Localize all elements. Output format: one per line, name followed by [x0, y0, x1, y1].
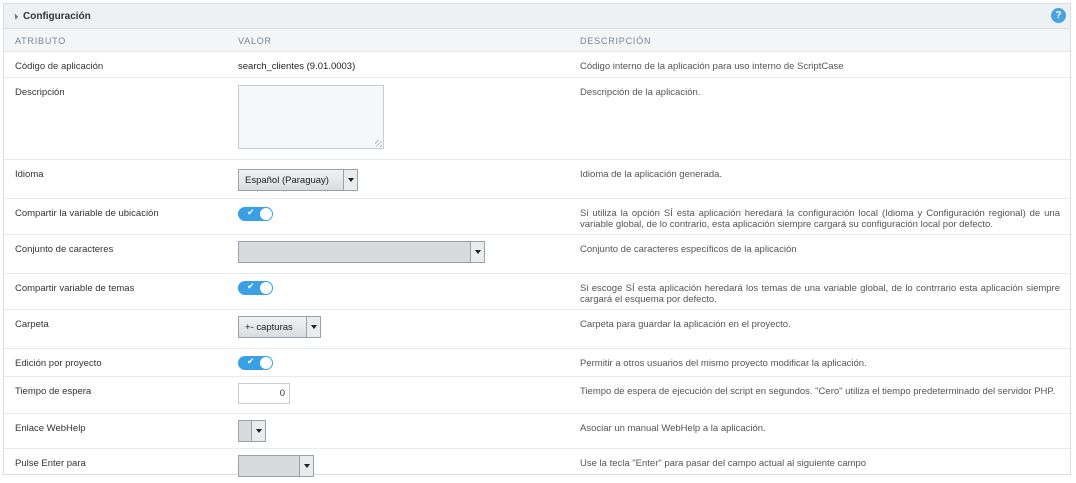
language-select[interactable]: Español (Paraguay) — [238, 169, 358, 191]
attribute-label: Tiempo de espera — [15, 386, 92, 397]
table-row: Pulse Enter para Use la tecla "Enter" pa… — [4, 449, 1070, 483]
attribute-label: Edición por proyecto — [15, 358, 102, 369]
panel-title: Configuración — [23, 10, 91, 22]
toggle-switch[interactable]: ✔ — [238, 281, 273, 295]
description-textarea-wrap — [238, 85, 384, 149]
table-row: Compartir variable de temas ✔ Si escoge … — [4, 274, 1070, 310]
column-header-row: ATRIBUTO VALOR DESCRIPCIÓN — [4, 29, 1070, 52]
enter-select-wrap — [238, 455, 314, 477]
dropdown-button[interactable] — [343, 170, 357, 190]
table-row: Idioma Español (Paraguay) Idioma de la a… — [4, 160, 1070, 199]
dropdown-button[interactable] — [306, 317, 320, 337]
chevron-down-icon — [255, 429, 262, 433]
attribute-label: Código de aplicación — [15, 61, 104, 72]
attribute-label: Pulse Enter para — [15, 458, 86, 469]
description-text: Asociar un manual WebHelp a la aplicació… — [580, 423, 766, 434]
chevron-down-icon — [303, 464, 310, 468]
panel-header[interactable]: Configuración ? — [4, 4, 1070, 29]
attribute-label: Compartir variable de temas — [15, 283, 135, 294]
chevron-down-icon — [474, 250, 481, 254]
table-row: Código de aplicación search_clientes (9.… — [4, 52, 1070, 78]
description-text: Si escoge SÍ esta aplicación heredará lo… — [580, 283, 1060, 305]
project-edit-toggle[interactable]: ✔ — [238, 356, 273, 370]
folder-select-wrap: +- capturas — [238, 316, 321, 338]
toggle-knob — [260, 357, 272, 369]
chevron-down-icon — [310, 325, 317, 329]
table-row: Descripción Descripción de la aplicación… — [4, 78, 1070, 160]
attribute-label: Descripción — [15, 87, 65, 98]
language-select-value: Español (Paraguay) — [245, 174, 329, 186]
column-header-value: VALOR — [238, 36, 272, 46]
configuration-panel: Configuración ? ATRIBUTO VALOR DESCRIPCI… — [3, 3, 1071, 477]
attribute-label: Idioma — [15, 169, 44, 180]
table-row: Conjunto de caracteres Conjunto de carac… — [4, 235, 1070, 274]
description-text: Use la tecla "Enter" para pasar del camp… — [580, 458, 867, 469]
attribute-label: Carpeta — [15, 319, 49, 330]
table-row: Compartir la variable de ubicación ✔ Si … — [4, 199, 1070, 235]
description-text: Idioma de la aplicación generada. — [580, 169, 723, 180]
webhelp-select[interactable] — [238, 420, 266, 442]
description-text: Permitir a otros usuarios del mismo proy… — [580, 358, 867, 369]
toggle-knob — [260, 282, 272, 294]
collapse-triangle-icon[interactable] — [11, 12, 19, 20]
description-text: Código interno de la aplicación para uso… — [580, 61, 844, 72]
share-location-toggle[interactable]: ✔ — [238, 207, 273, 221]
app-code-value: search_clientes (9.01.0003) — [238, 61, 356, 72]
folder-select-value: +- capturas — [245, 321, 293, 333]
charset-select[interactable] — [238, 241, 485, 263]
check-icon: ✔ — [247, 356, 255, 366]
folder-select[interactable]: +- capturas — [238, 316, 321, 338]
table-row: Enlace WebHelp Asociar un manual WebHelp… — [4, 414, 1070, 449]
timeout-input-wrap: 0 — [238, 383, 290, 404]
dropdown-button[interactable] — [299, 456, 313, 476]
enter-action-select[interactable] — [238, 455, 314, 477]
column-header-description: DESCRIPCIÓN — [580, 36, 652, 46]
toggle-switch[interactable]: ✔ — [238, 356, 273, 370]
timeout-input[interactable]: 0 — [238, 383, 290, 404]
check-icon: ✔ — [247, 207, 255, 217]
help-icon[interactable]: ? — [1051, 8, 1066, 23]
language-select-wrap: Español (Paraguay) — [238, 169, 358, 191]
description-text: Conjunto de caracteres específicos de la… — [580, 244, 797, 255]
attribute-label: Conjunto de caracteres — [15, 244, 114, 255]
toggle-knob — [260, 208, 272, 220]
table-row: Edición por proyecto ✔ Permitir a otros … — [4, 349, 1070, 377]
column-header-attribute: ATRIBUTO — [15, 36, 67, 46]
share-theme-toggle[interactable]: ✔ — [238, 281, 273, 295]
attribute-label: Compartir la variable de ubicación — [15, 208, 159, 219]
description-text: Descripción de la aplicación. — [580, 87, 701, 98]
webhelp-select-wrap — [238, 420, 266, 442]
charset-select-wrap — [238, 241, 485, 263]
description-textarea[interactable] — [238, 85, 384, 149]
description-text: Si utiliza la opción SÍ esta aplicación … — [580, 208, 1060, 230]
table-row: Carpeta +- capturas Carpeta para guardar… — [4, 310, 1070, 349]
check-icon: ✔ — [247, 281, 255, 291]
attribute-label: Enlace WebHelp — [15, 423, 86, 434]
chevron-down-icon — [347, 178, 354, 182]
table-row: Tiempo de espera 0 Tiempo de espera de e… — [4, 377, 1070, 414]
dropdown-button[interactable] — [251, 421, 265, 441]
description-text: Carpeta para guardar la aplicación en el… — [580, 319, 791, 330]
description-text: Tiempo de espera de ejecución del script… — [580, 386, 1056, 397]
dropdown-button[interactable] — [470, 242, 484, 262]
toggle-switch[interactable]: ✔ — [238, 207, 273, 221]
resize-grip-icon[interactable] — [375, 140, 382, 147]
